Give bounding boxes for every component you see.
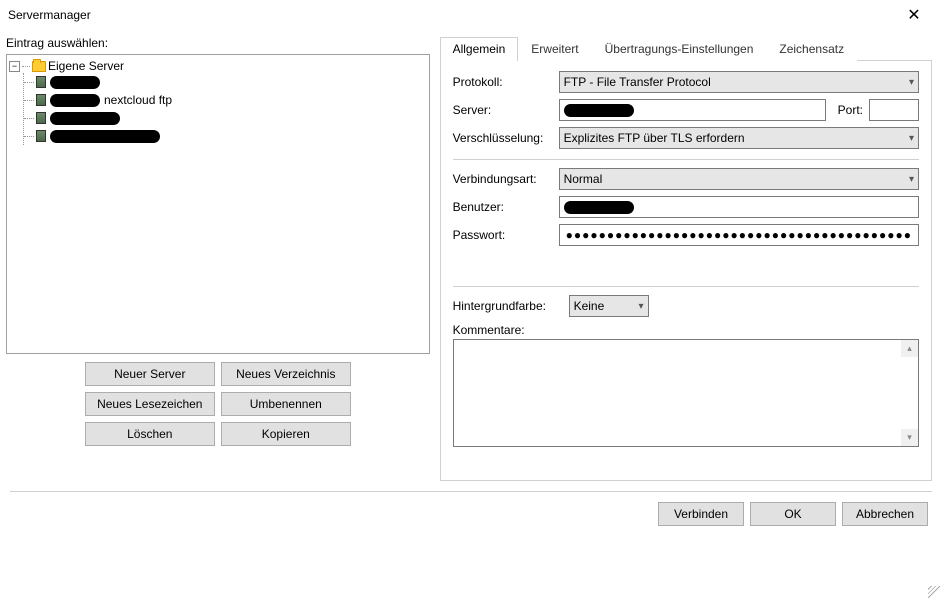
window-title: Servermanager xyxy=(8,8,91,22)
titlebar: Servermanager ✕ xyxy=(0,0,942,30)
bgcolor-label: Hintergrundfarbe: xyxy=(453,299,563,313)
user-input[interactable] xyxy=(559,196,919,218)
password-label: Passwort: xyxy=(453,228,553,242)
cancel-button[interactable]: Abbrechen xyxy=(842,502,928,526)
encryption-value: Explizites FTP über TLS erfordern xyxy=(564,131,745,145)
new-directory-button[interactable]: Neues Verzeichnis xyxy=(221,362,351,386)
entry-buttons: Neuer Server Neues Verzeichnis Neues Les… xyxy=(6,362,430,446)
redacted-label xyxy=(50,76,100,89)
tab-body-general: Protokoll: FTP - File Transfer Protocol … xyxy=(440,61,932,481)
tree-root[interactable]: − Eigene Server xyxy=(9,59,427,73)
tree-item[interactable] xyxy=(24,109,427,127)
bgcolor-value: Keine xyxy=(574,299,605,313)
tab-general[interactable]: Allgemein xyxy=(440,37,519,61)
port-input[interactable] xyxy=(869,99,919,121)
chevron-down-icon: ▾ xyxy=(909,133,914,144)
server-tree[interactable]: − Eigene Server nextcloud ftp xyxy=(6,54,430,354)
tab-transfer[interactable]: Übertragungs-Einstellungen xyxy=(592,37,767,61)
resize-grip-icon[interactable] xyxy=(928,586,940,598)
tree-root-label: Eigene Server xyxy=(48,59,124,73)
redacted-label xyxy=(50,94,100,107)
scroll-up-icon[interactable]: ▴ xyxy=(901,340,918,357)
chevron-down-icon: ▾ xyxy=(909,77,914,88)
tab-bar: Allgemein Erweitert Übertragungs-Einstel… xyxy=(440,36,932,61)
password-input[interactable]: ●●●●●●●●●●●●●●●●●●●●●●●●●●●●●●●●●●●●●●●●… xyxy=(559,224,919,246)
protocol-value: FTP - File Transfer Protocol xyxy=(564,75,711,89)
new-server-button[interactable]: Neuer Server xyxy=(85,362,215,386)
redacted-value xyxy=(564,201,634,214)
folder-icon xyxy=(32,61,46,72)
server-icon xyxy=(36,94,46,106)
server-icon xyxy=(36,112,46,124)
tree-item-label: nextcloud ftp xyxy=(104,93,172,107)
server-input[interactable] xyxy=(559,99,826,121)
server-icon xyxy=(36,76,46,88)
connect-button[interactable]: Verbinden xyxy=(658,502,744,526)
tree-item[interactable] xyxy=(24,127,427,145)
rename-button[interactable]: Umbenennen xyxy=(221,392,351,416)
copy-button[interactable]: Kopieren xyxy=(221,422,351,446)
separator xyxy=(453,286,919,287)
comments-textarea[interactable]: ▴ ▾ xyxy=(453,339,919,447)
tab-charset[interactable]: Zeichensatz xyxy=(766,37,857,61)
server-icon xyxy=(36,130,46,142)
servermanager-window: Servermanager ✕ Eintrag auswählen: − Eig… xyxy=(0,0,942,600)
server-label: Server: xyxy=(453,103,553,117)
collapse-icon[interactable]: − xyxy=(9,61,20,72)
ok-button[interactable]: OK xyxy=(750,502,836,526)
chevron-down-icon: ▾ xyxy=(909,174,914,185)
redacted-label xyxy=(50,112,120,125)
conntype-select[interactable]: Normal ▾ xyxy=(559,168,919,190)
protocol-select[interactable]: FTP - File Transfer Protocol ▾ xyxy=(559,71,919,93)
chevron-down-icon: ▾ xyxy=(639,301,644,312)
entry-panel: Eintrag auswählen: − Eigene Server xyxy=(6,36,430,481)
redacted-label xyxy=(50,130,160,143)
tree-item[interactable]: nextcloud ftp xyxy=(24,91,427,109)
conntype-value: Normal xyxy=(564,172,603,186)
tree-item[interactable] xyxy=(24,73,427,91)
redacted-value xyxy=(564,104,634,117)
encryption-label: Verschlüsselung: xyxy=(453,131,553,145)
comments-label: Kommentare: xyxy=(453,323,919,337)
dialog-buttons: Verbinden OK Abbrechen xyxy=(0,492,942,536)
close-icon[interactable]: ✕ xyxy=(894,5,934,25)
delete-button[interactable]: Löschen xyxy=(85,422,215,446)
separator xyxy=(453,159,919,160)
protocol-label: Protokoll: xyxy=(453,75,553,89)
scroll-down-icon[interactable]: ▾ xyxy=(901,429,918,446)
entry-label: Eintrag auswählen: xyxy=(6,36,430,50)
tab-advanced[interactable]: Erweitert xyxy=(518,37,591,61)
settings-panel: Allgemein Erweitert Übertragungs-Einstel… xyxy=(440,36,932,481)
password-mask: ●●●●●●●●●●●●●●●●●●●●●●●●●●●●●●●●●●●●●●●●… xyxy=(566,228,912,242)
conntype-label: Verbindungsart: xyxy=(453,172,553,186)
user-label: Benutzer: xyxy=(453,200,553,214)
encryption-select[interactable]: Explizites FTP über TLS erfordern ▾ xyxy=(559,127,919,149)
new-bookmark-button[interactable]: Neues Lesezeichen xyxy=(85,392,215,416)
port-label: Port: xyxy=(838,103,863,117)
bgcolor-select[interactable]: Keine ▾ xyxy=(569,295,649,317)
